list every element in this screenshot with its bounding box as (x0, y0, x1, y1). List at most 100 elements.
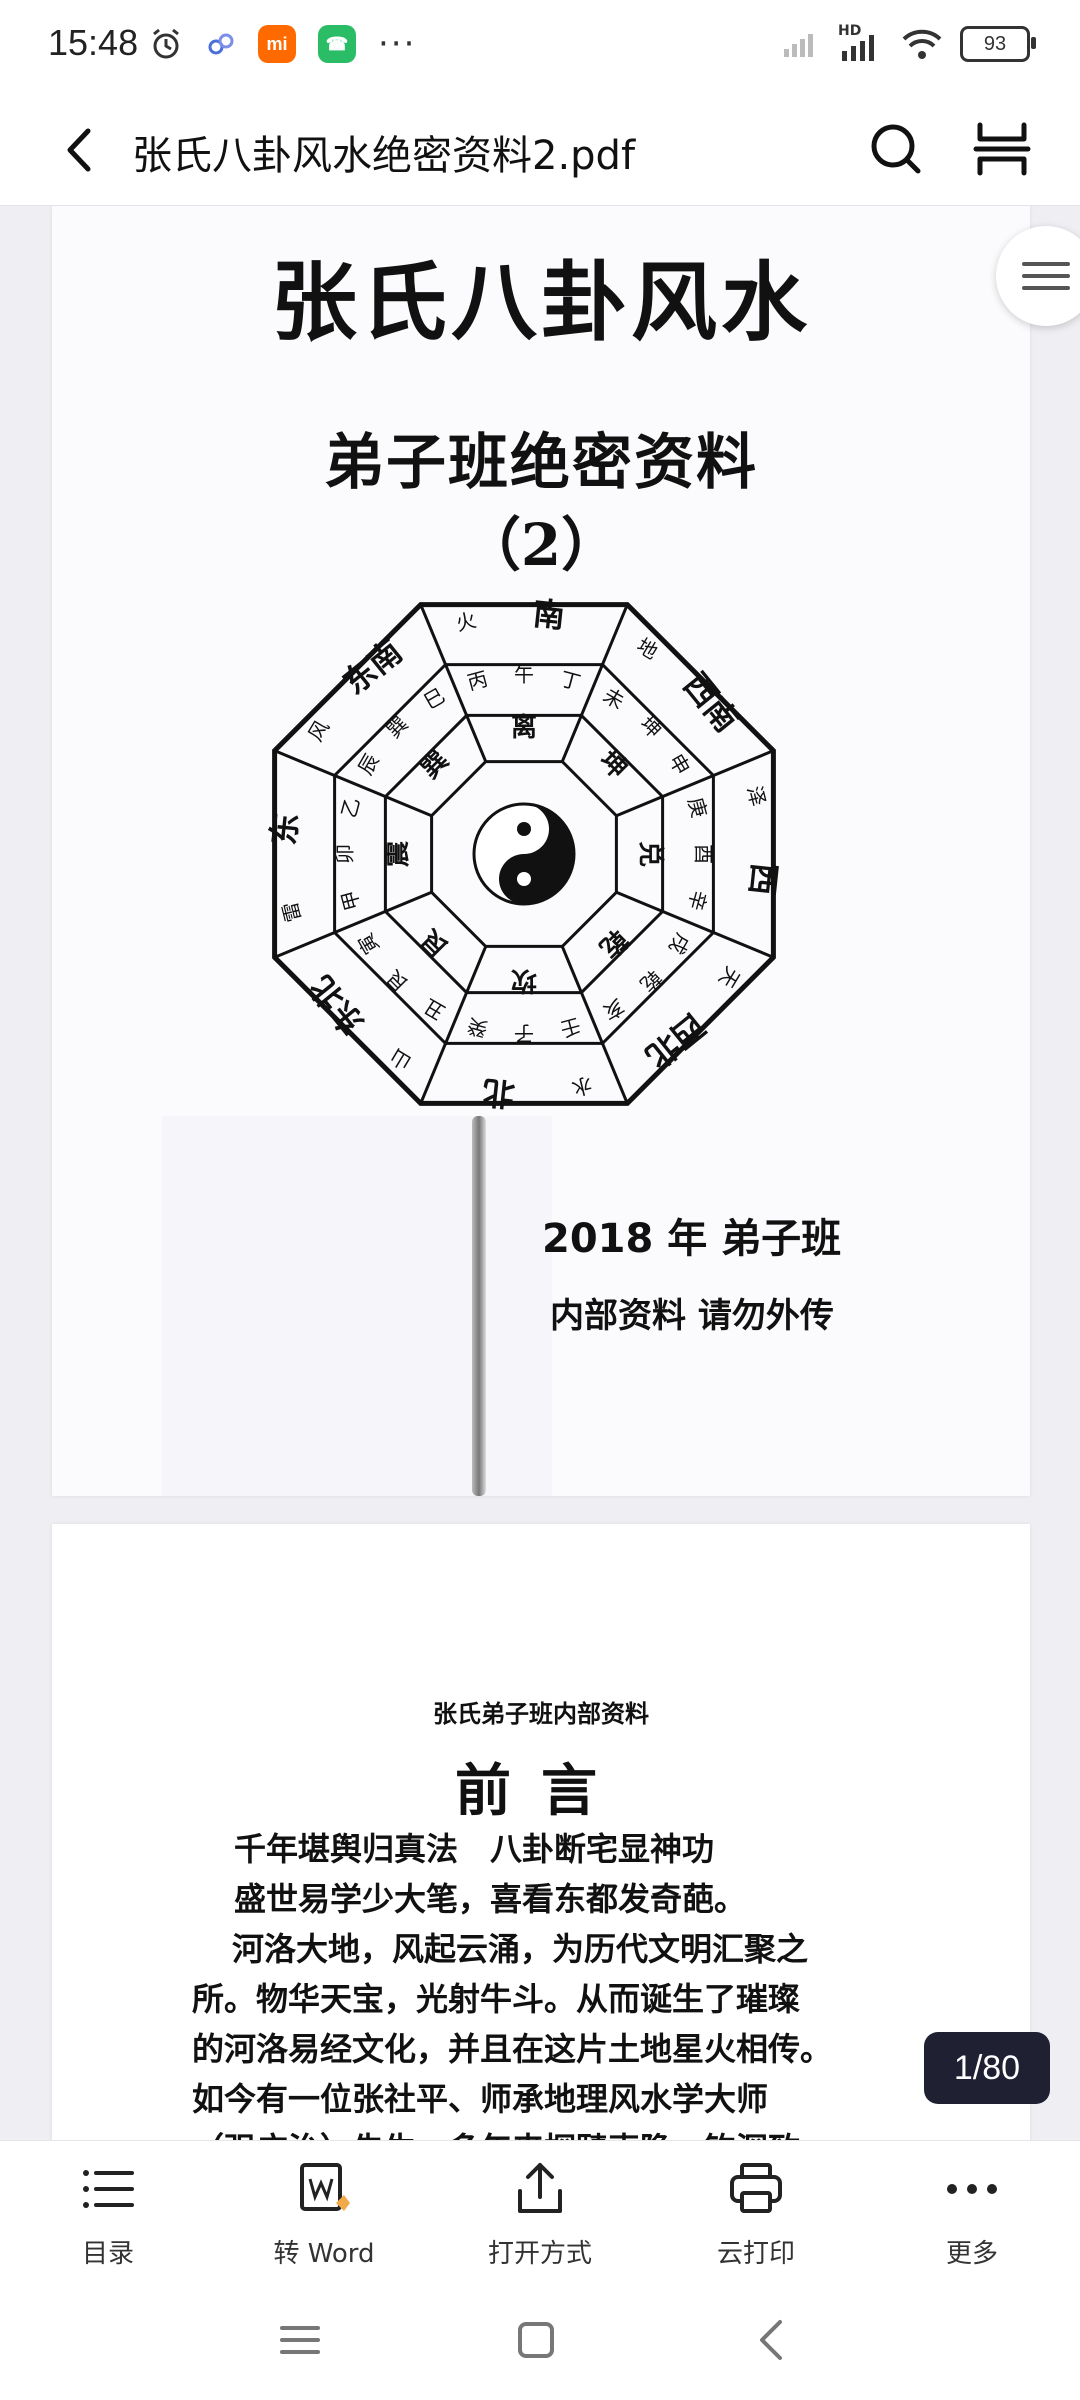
bagua-direction-label: 东北 (302, 969, 372, 1043)
link-icon (208, 33, 234, 55)
home-button[interactable] (506, 2310, 566, 2370)
alarm-icon (153, 28, 179, 59)
bagua-diagram: 南西南西西北北东北东东南火地泽天水山雷风 离坤兑乾坎艮震巽丙午丁未坤申庚酉辛戌乾亥… (264, 594, 784, 1114)
more-button[interactable]: 更多 (882, 2157, 1062, 2277)
status-bar: 15:48 mi ☎ ··· HD 93 (0, 0, 1080, 95)
bagua-branch-label: 巽 (382, 712, 413, 743)
bagua-direction-label: 东南 (336, 632, 410, 702)
recents-button[interactable] (270, 2310, 330, 2370)
list-icon (83, 2170, 134, 2208)
body-line: 如今有一位张社平、师承地理风水学大师 (192, 2080, 769, 2118)
body-line: 盛世易学少大笔，喜看东都发奇葩。 (234, 1880, 747, 1918)
system-nav-bar (0, 2280, 1080, 2400)
bagua-branch-label: 子 (514, 1022, 534, 1046)
phone-app-icon: ☎ (318, 25, 356, 63)
open-with-button[interactable]: 打开方式 (450, 2157, 630, 2277)
bagua-element-label: 火 (453, 608, 478, 636)
phone-app-label: ☎ (325, 33, 349, 54)
convert-word-label: 转 Word (273, 2239, 375, 2269)
bagua-trigram-label: 乾 (593, 923, 633, 963)
page2-body: 千年堪舆归真法 八卦断宅显神功 盛世易学少大笔，喜看东都发奇葩。 河洛大地，风起… (192, 1824, 954, 2140)
yin-yang-dot (517, 822, 531, 836)
page1-internal-note: 内部资料 请勿外传 (550, 1296, 834, 1336)
body-line: 千年堪舆归真法 八卦断宅显神功 (234, 1830, 715, 1868)
bagua-branch-label: 坤 (635, 712, 666, 743)
status-left-icons: mi ☎ ··· (148, 24, 416, 64)
hd-signal-icon: HD (838, 23, 884, 61)
pdf-page-1: 张氏八卦风水 弟子班绝密资料 （2） 南西南西西北北东北东东南火地泽天水山雷风离… (52, 206, 1030, 1496)
page1-title: 张氏八卦风水 (271, 252, 811, 353)
bagua-branch-label: 乾 (635, 965, 666, 996)
app-header: 张氏八卦风水绝密资料2.pdf (0, 95, 1080, 206)
recents-icon (280, 2326, 320, 2354)
printer-icon (730, 2163, 782, 2213)
bagua-trigram-label: 艮 (414, 923, 454, 963)
convert-word-button[interactable]: 转 Word (234, 2157, 414, 2277)
page1-number: （2） (462, 511, 620, 579)
more-notifications-icon: ··· (378, 24, 417, 64)
wifi-icon (902, 29, 942, 59)
bagua-trigram-label: 坤 (593, 745, 633, 785)
bagua-branch-label: 卯 (333, 844, 357, 864)
bagua-element-label: 泽 (742, 783, 770, 808)
bagua-direction-label: 西北 (639, 1006, 713, 1076)
bagua-branch-label: 辛 (683, 888, 711, 914)
bagua-direction-label: 西南 (676, 666, 746, 740)
cloud-print-label: 云打印 (716, 2239, 795, 2269)
convert-word-icon (300, 2163, 350, 2211)
mi-app-icon: mi (258, 25, 296, 63)
document-title: 张氏八卦风水绝密资料2.pdf (132, 133, 636, 179)
body-line: 河洛大地，风起云涌，为历代文明汇聚之 (232, 1930, 809, 1968)
bagua-branch-label: 丙 (465, 666, 491, 694)
body-line: （强广治）先生，多年来探赜索隐、钩深致 (192, 2124, 954, 2140)
body-line: 的河洛易经文化，并且在这片土地星火相传。 (192, 2030, 833, 2068)
bagua-direction-label: 东 (264, 811, 305, 847)
bagua-trigram-label: 坎 (511, 965, 537, 995)
bottom-action-bar: 目录 转 Word 打开方式 云打印 更多 (0, 2140, 1080, 2281)
bagua-trigram-label: 巽 (415, 745, 455, 785)
bagua-direction-label: 北 (481, 1073, 517, 1114)
paper-fold-edge (472, 1116, 486, 1496)
search-button[interactable] (866, 119, 926, 179)
page1-year-line: 2018 年 弟子班 (542, 1216, 842, 1262)
yin-yang-dot (517, 872, 531, 886)
battery-icon: 93 (960, 26, 1036, 62)
bagua-trigram-label: 离 (511, 712, 537, 743)
page1-subtitle: 弟子班绝密资料 (324, 428, 758, 498)
back-triangle-icon (760, 2320, 782, 2360)
bagua-trigram-label: 兑 (635, 841, 665, 867)
bagua-direction-label: 西 (743, 861, 784, 897)
battery-level: 93 (983, 32, 1007, 55)
bagua-branch-label: 艮 (382, 965, 413, 996)
bagua-direction-label: 南 (531, 594, 567, 635)
menu-icon (1022, 262, 1070, 290)
bagua-trigram-label: 震 (383, 840, 413, 867)
bagua-element-label: 雷 (278, 899, 306, 924)
scan-button[interactable] (972, 119, 1032, 179)
home-icon (518, 2322, 554, 2358)
pdf-viewer[interactable]: 张氏八卦风水 弟子班绝密资料 （2） 南西南西西北北东北东东南火地泽天水山雷风离… (0, 206, 1080, 2140)
toc-label: 目录 (81, 2239, 134, 2269)
share-icon (518, 2163, 562, 2213)
bagua-branch-label: 癸 (465, 1013, 491, 1041)
bagua-branch-label: 丁 (558, 666, 584, 694)
bagua-branch-label: 庚 (683, 795, 711, 821)
torn-paper-area (162, 1116, 552, 1496)
sidebar-handle[interactable] (996, 226, 1080, 326)
toc-button[interactable]: 目录 (18, 2157, 198, 2277)
status-time: 15:48 (48, 22, 139, 63)
page2-title: 前言 (455, 1758, 627, 1824)
cloud-print-button[interactable]: 云打印 (666, 2157, 846, 2277)
system-back-button[interactable] (742, 2310, 802, 2370)
pdf-page-2: 张氏弟子班内部资料 前言 千年堪舆归真法 八卦断宅显神功 盛世易学少大笔，喜看东… (52, 1524, 1030, 2140)
bagua-branch-label: 壬 (558, 1013, 584, 1041)
back-button[interactable] (52, 117, 112, 183)
page2-header: 张氏弟子班内部资料 (433, 1699, 649, 1728)
status-right-icons: HD 93 (782, 23, 1036, 62)
more-icon (947, 2184, 997, 2194)
page-indicator: 1/80 (924, 2032, 1050, 2104)
scan-icon (973, 122, 1031, 176)
more-label: 更多 (945, 2239, 998, 2269)
body-line: 所。物华天宝，光射牛斗。从而诞生了璀璨 (192, 1980, 801, 2018)
signal-off-icon (784, 34, 813, 57)
